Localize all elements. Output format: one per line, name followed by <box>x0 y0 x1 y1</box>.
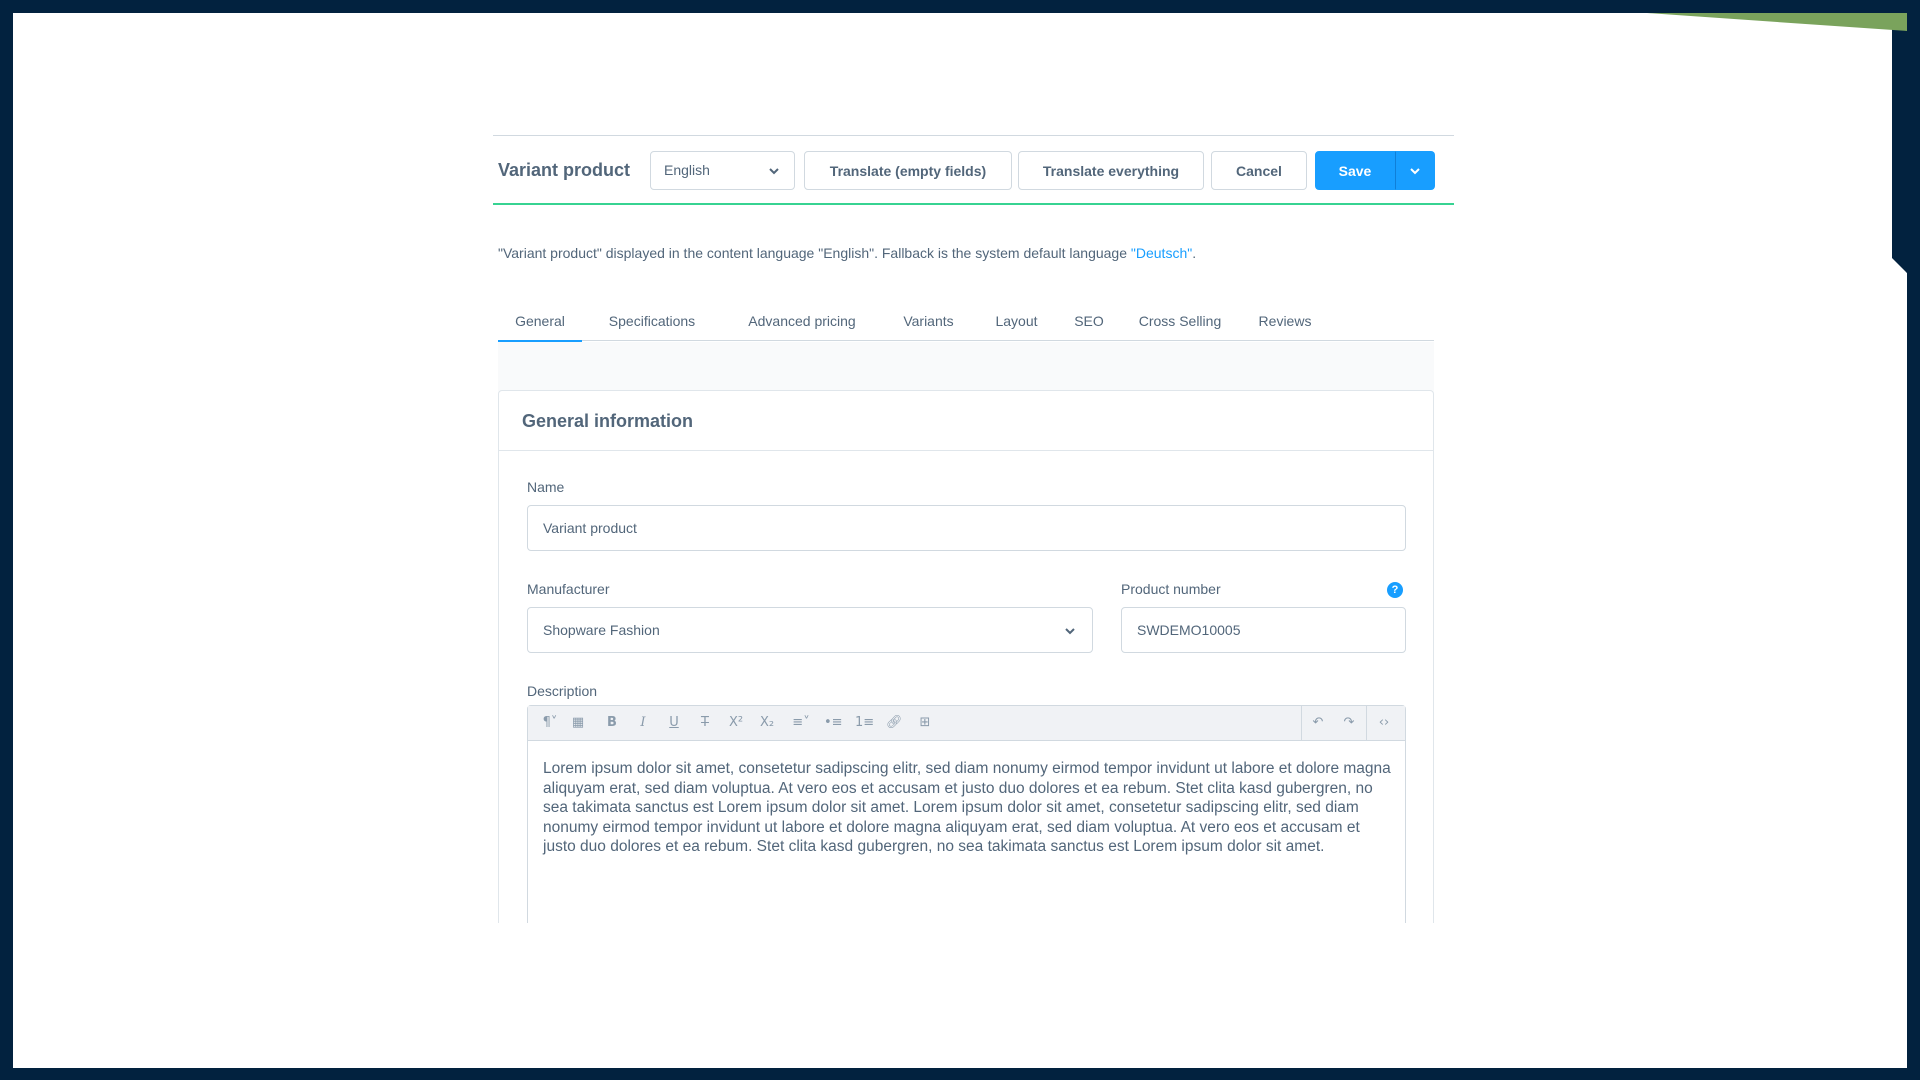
product-number-label: Product number <box>1121 581 1221 597</box>
underline-icon[interactable]: U <box>666 715 682 731</box>
tab-advanced-pricing[interactable]: Advanced pricing <box>722 307 882 340</box>
product-number-input[interactable]: SWDEMO10005 <box>1121 607 1406 653</box>
cancel-button[interactable]: Cancel <box>1211 151 1307 190</box>
manufacturer-label: Manufacturer <box>527 581 610 597</box>
undo-icon[interactable]: ↶ <box>1310 715 1326 731</box>
page-title: Variant product <box>498 160 631 180</box>
toolbar-divider <box>1301 706 1302 740</box>
card-title: General information <box>522 411 694 431</box>
italic-icon[interactable]: I <box>635 715 651 731</box>
tab-variants[interactable]: Variants <box>882 307 975 340</box>
editor-toolbar: ¶˅ ▦ B I U T X² X₂ ≡˅ •≡ 1≡ 🔗︎ ⊞ ↶ ↷ ‹› <box>528 706 1405 741</box>
translate-empty-fields-button[interactable]: Translate (empty fields) <box>804 151 1012 190</box>
save-options-button[interactable] <box>1395 151 1435 190</box>
subscript-icon[interactable]: X₂ <box>759 715 775 731</box>
tab-specifications[interactable]: Specifications <box>582 307 722 340</box>
table-icon[interactable]: ⊞ <box>917 715 933 731</box>
link-icon[interactable]: 🔗︎ <box>886 715 903 731</box>
language-select[interactable]: English <box>650 151 795 190</box>
description-editor[interactable]: ¶˅ ▦ B I U T X² X₂ ≡˅ •≡ 1≡ 🔗︎ ⊞ ↶ ↷ ‹› … <box>527 705 1406 923</box>
card-header: General information <box>499 391 1433 451</box>
name-input[interactable]: Variant product <box>527 505 1406 551</box>
name-label: Name <box>527 479 565 495</box>
slide-frame: Variant product English Translate (empty… <box>13 13 1907 1068</box>
tab-cross-selling[interactable]: Cross Selling <box>1120 307 1240 340</box>
language-info-text: "Variant product" displayed in the conte… <box>498 245 1196 261</box>
corner-accent-shape <box>1637 13 1907 273</box>
language-select-value: English <box>664 162 710 178</box>
product-detail-panel: Variant product English Translate (empty… <box>493 135 1454 923</box>
smart-bar: Variant product English Translate (empty… <box>493 136 1454 205</box>
save-button[interactable]: Save <box>1315 151 1395 190</box>
code-view-icon[interactable]: ‹› <box>1375 715 1393 731</box>
chevron-down-icon <box>1410 167 1420 174</box>
tab-seo[interactable]: SEO <box>1058 307 1120 340</box>
bold-icon[interactable]: B <box>604 715 620 731</box>
tab-layout[interactable]: Layout <box>975 307 1058 340</box>
strikethrough-icon[interactable]: T <box>697 715 713 731</box>
superscript-icon[interactable]: X² <box>728 715 744 731</box>
numbered-list-icon[interactable]: 1≡ <box>855 715 874 731</box>
manufacturer-value: Shopware Fashion <box>543 622 660 638</box>
general-information-card: General information Name Variant product… <box>498 390 1434 923</box>
chevron-down-icon <box>769 168 779 175</box>
language-info-suffix: . <box>1192 245 1197 261</box>
bullet-list-icon[interactable]: •≡ <box>824 715 843 731</box>
manufacturer-select[interactable]: Shopware Fashion <box>527 607 1093 653</box>
paragraph-format-icon[interactable]: ¶˅ <box>538 715 562 731</box>
translate-everything-button[interactable]: Translate everything <box>1018 151 1204 190</box>
chevron-down-icon <box>1065 628 1075 635</box>
default-language-link[interactable]: "Deutsch" <box>1131 245 1192 261</box>
text-align-icon[interactable]: ≡˅ <box>788 715 814 731</box>
description-label: Description <box>527 683 598 699</box>
clear-format-icon[interactable]: ▦ <box>570 715 586 731</box>
tab-general[interactable]: General <box>498 307 582 342</box>
help-icon[interactable]: ? <box>1387 582 1403 598</box>
toolbar-divider <box>1366 706 1367 740</box>
language-info-prefix: "Variant product" displayed in the conte… <box>498 245 1131 261</box>
tab-bar: General Specifications Advanced pricing … <box>498 307 1434 342</box>
description-text[interactable]: Lorem ipsum dolor sit amet, consetetur s… <box>543 759 1393 857</box>
tab-reviews[interactable]: Reviews <box>1240 307 1330 340</box>
redo-icon[interactable]: ↷ <box>1341 715 1357 731</box>
